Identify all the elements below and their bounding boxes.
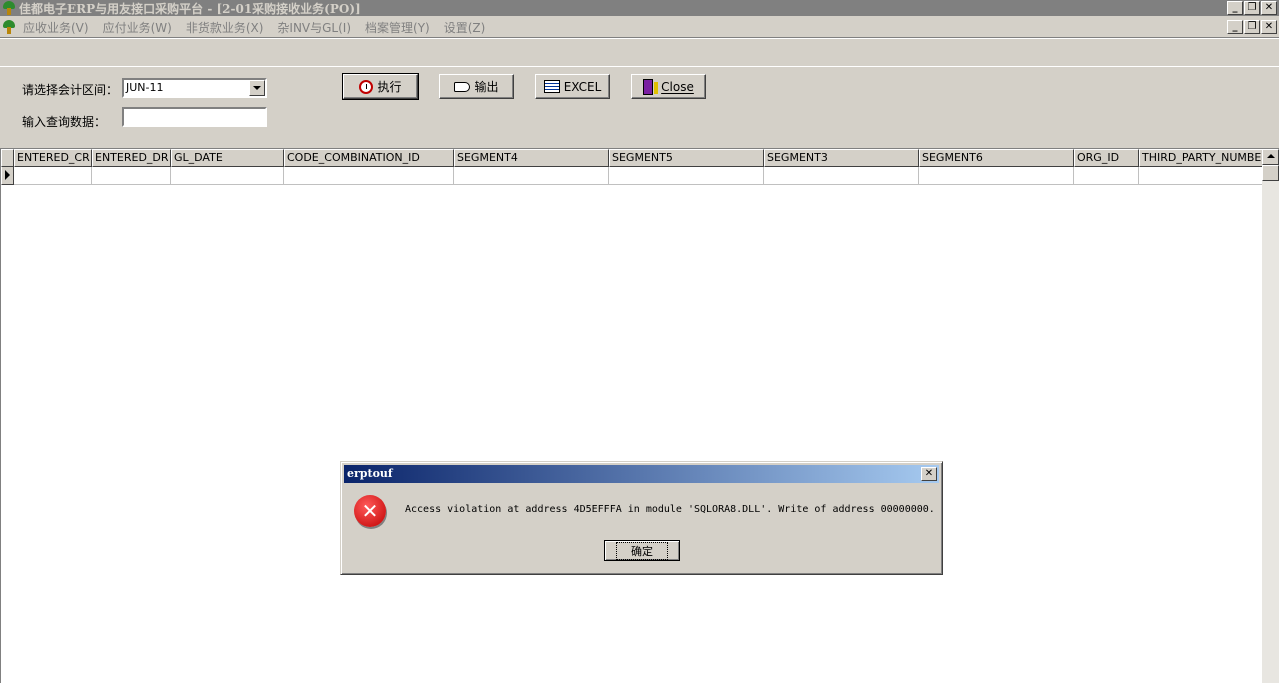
- column-header[interactable]: ENTERED_DR: [92, 149, 171, 167]
- execute-button[interactable]: 执行: [342, 73, 419, 100]
- ok-label: 确定: [616, 541, 668, 560]
- excel-button[interactable]: EXCEL: [535, 74, 610, 99]
- period-select[interactable]: JUN-11: [122, 78, 267, 98]
- ok-button[interactable]: 确定: [604, 540, 680, 561]
- export-label: 输出: [474, 80, 499, 94]
- table-cell[interactable]: [92, 167, 171, 185]
- dialog-message: Access violation at address 4D5EFFFA in …: [405, 504, 935, 515]
- menu-bar: 应收业务(V) 应付业务(W) 非货款业务(X) 杂INV与GL(I) 档案管理…: [0, 18, 1279, 36]
- window-controls: _ ❐ ✕: [1227, 1, 1277, 15]
- window-title: 佳都电子ERP与用友接口采购平台 - [2-01采购接收业务(PO)]: [19, 1, 361, 16]
- column-header[interactable]: THIRD_PARTY_NUMBER: [1139, 149, 1263, 167]
- dialog-close-button[interactable]: ✕: [921, 467, 937, 481]
- child-minimize-button[interactable]: _: [1227, 20, 1243, 34]
- column-header[interactable]: SEGMENT5: [609, 149, 764, 167]
- close-button[interactable]: Close: [631, 74, 706, 99]
- table-cell[interactable]: [14, 167, 92, 185]
- query-label: 输入查询数据：: [22, 115, 107, 129]
- column-header[interactable]: SEGMENT4: [454, 149, 609, 167]
- menu-receivables[interactable]: 应收业务(V): [23, 19, 89, 36]
- spreadsheet-icon: [543, 80, 560, 93]
- table-cell[interactable]: [1074, 167, 1139, 185]
- export-button[interactable]: 输出: [439, 74, 514, 99]
- scroll-up-icon[interactable]: [1262, 149, 1279, 165]
- grid-header: ENTERED_CR ENTERED_DR GL_DATE CODE_COMBI…: [1, 149, 1263, 167]
- column-header[interactable]: GL_DATE: [171, 149, 284, 167]
- execute-label: 执行: [377, 80, 402, 94]
- column-header[interactable]: CODE_COMBINATION_ID: [284, 149, 454, 167]
- dialog-title-bar: erptouf ✕: [344, 465, 939, 483]
- excel-label: EXCEL: [563, 79, 602, 94]
- table-cell[interactable]: [284, 167, 454, 185]
- column-header[interactable]: ORG_ID: [1074, 149, 1139, 167]
- scroll-thumb[interactable]: [1262, 165, 1279, 181]
- app-title-bar: 佳都电子ERP与用友接口采购平台 - [2-01采购接收业务(PO)] _ ❐ …: [0, 0, 1279, 16]
- column-header[interactable]: SEGMENT6: [919, 149, 1074, 167]
- restore-button[interactable]: ❐: [1244, 1, 1260, 15]
- menu-settings[interactable]: 设置(Z): [444, 19, 486, 36]
- pointing-hand-icon: [454, 81, 471, 92]
- close-window-button[interactable]: ✕: [1261, 1, 1277, 15]
- period-value: JUN-11: [126, 81, 164, 94]
- child-restore-button[interactable]: ❐: [1244, 20, 1260, 34]
- chevron-down-icon[interactable]: [249, 80, 265, 96]
- alarm-clock-icon: [359, 79, 374, 94]
- menu-inv-gl[interactable]: 杂INV与GL(I): [277, 19, 351, 36]
- table-cell[interactable]: [919, 167, 1074, 185]
- table-cell[interactable]: [1139, 167, 1263, 185]
- query-panel: 请选择会计区间： JUN-11 输入查询数据： 执行 输出 EXCEL Clos…: [0, 66, 1279, 146]
- menu-non-payment[interactable]: 非货款业务(X): [186, 19, 264, 36]
- table-cell[interactable]: [171, 167, 284, 185]
- row-indicator-icon: [1, 167, 14, 185]
- tree-icon: [2, 1, 16, 15]
- close-label: Close: [661, 79, 694, 94]
- table-row[interactable]: [1, 167, 1263, 185]
- query-input[interactable]: [122, 107, 267, 127]
- column-header[interactable]: ENTERED_CR: [14, 149, 92, 167]
- menu-payables[interactable]: 应付业务(W): [103, 19, 172, 36]
- child-close-button[interactable]: ✕: [1261, 20, 1277, 34]
- menu-archive[interactable]: 档案管理(Y): [365, 19, 430, 36]
- error-icon: ✕: [354, 495, 386, 527]
- dialog-title: erptouf: [347, 467, 393, 480]
- data-grid[interactable]: ENTERED_CR ENTERED_DR GL_DATE CODE_COMBI…: [0, 148, 1279, 683]
- tree-icon: [2, 20, 16, 34]
- child-window-controls: _ ❐ ✕: [1227, 20, 1277, 34]
- column-header[interactable]: SEGMENT3: [764, 149, 919, 167]
- table-cell[interactable]: [609, 167, 764, 185]
- vertical-scrollbar[interactable]: [1262, 149, 1279, 683]
- table-cell[interactable]: [454, 167, 609, 185]
- minimize-button[interactable]: _: [1227, 1, 1243, 15]
- header-corner: [1, 149, 14, 167]
- menu-separator: [0, 37, 1279, 39]
- exit-door-icon: [643, 78, 659, 95]
- table-cell[interactable]: [764, 167, 919, 185]
- period-label: 请选择会计区间：: [22, 83, 119, 97]
- error-dialog: erptouf ✕ ✕ Access violation at address …: [340, 461, 943, 575]
